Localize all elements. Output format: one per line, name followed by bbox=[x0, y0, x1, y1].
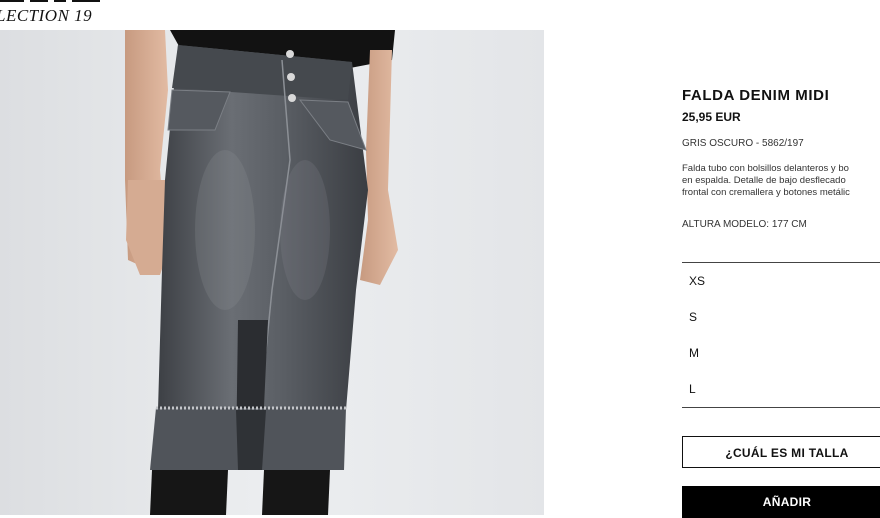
product-price: 25,95 EUR bbox=[682, 110, 741, 124]
size-option-xs[interactable]: XS bbox=[682, 263, 880, 299]
product-description: Falda tubo con bolsillos delanteros y bo… bbox=[682, 163, 850, 198]
model-height: ALTURA MODELO: 177 CM bbox=[682, 219, 807, 230]
size-guide-button[interactable]: ¿CUÁL ES MI TALLA bbox=[682, 436, 880, 468]
product-title: FALDA DENIM MIDI bbox=[682, 87, 830, 104]
size-list: XS S M L bbox=[682, 262, 880, 408]
brand-logo[interactable] bbox=[0, 0, 106, 4]
size-option-m[interactable]: M bbox=[682, 335, 880, 371]
collection-label: LECTION 19 bbox=[0, 6, 93, 25]
add-to-cart-button[interactable]: AÑADIR bbox=[682, 486, 880, 518]
product-image[interactable] bbox=[0, 30, 544, 515]
product-color-reference: GRIS OSCURO - 5862/197 bbox=[682, 138, 804, 149]
size-option-l[interactable]: L bbox=[682, 371, 880, 407]
size-option-s[interactable]: S bbox=[682, 299, 880, 335]
